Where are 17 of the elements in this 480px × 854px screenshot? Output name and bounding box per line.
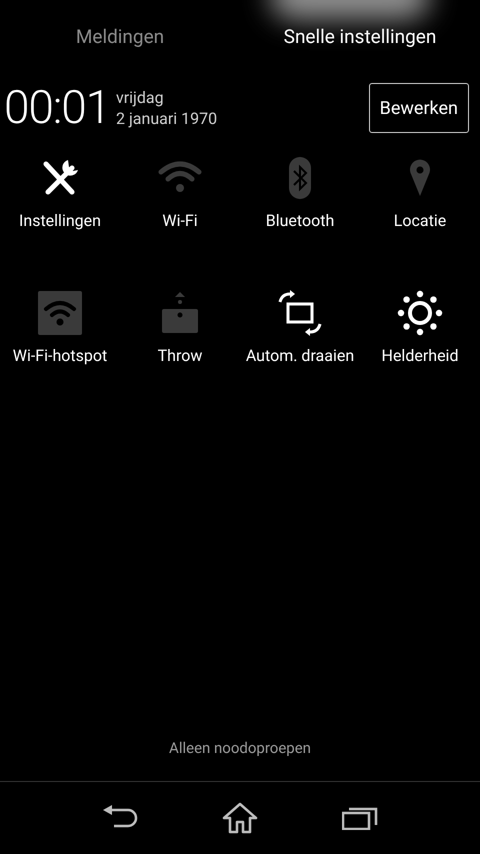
tile-label[interactable]: Throw	[122, 345, 238, 367]
tile-label[interactable]: Wi-Fi	[122, 210, 238, 232]
tile-label[interactable]: Autom. draaien	[242, 345, 358, 367]
tab[interactable]: Snelle instellingen	[240, 22, 480, 52]
date: 2 januari 1970	[116, 108, 218, 129]
tile-label[interactable]: Wi-Fi-hotspot	[2, 345, 118, 367]
status-text: Alleen noodoproepen	[168, 738, 312, 758]
tile-label[interactable]: Bluetooth	[242, 210, 358, 232]
clock-time: 00:01	[4, 85, 110, 131]
tab[interactable]: Meldingen	[0, 22, 240, 52]
tile-label[interactable]: Instellingen	[2, 210, 118, 232]
recent-apps-icon[interactable]	[342, 806, 378, 830]
tile-label[interactable]: Locatie	[362, 210, 478, 232]
edit-button[interactable]: Bewerken	[368, 83, 469, 133]
weekday: vrijdag	[116, 87, 165, 108]
tile-label[interactable]: Helderheid	[362, 345, 478, 367]
home-icon[interactable]	[222, 802, 258, 834]
